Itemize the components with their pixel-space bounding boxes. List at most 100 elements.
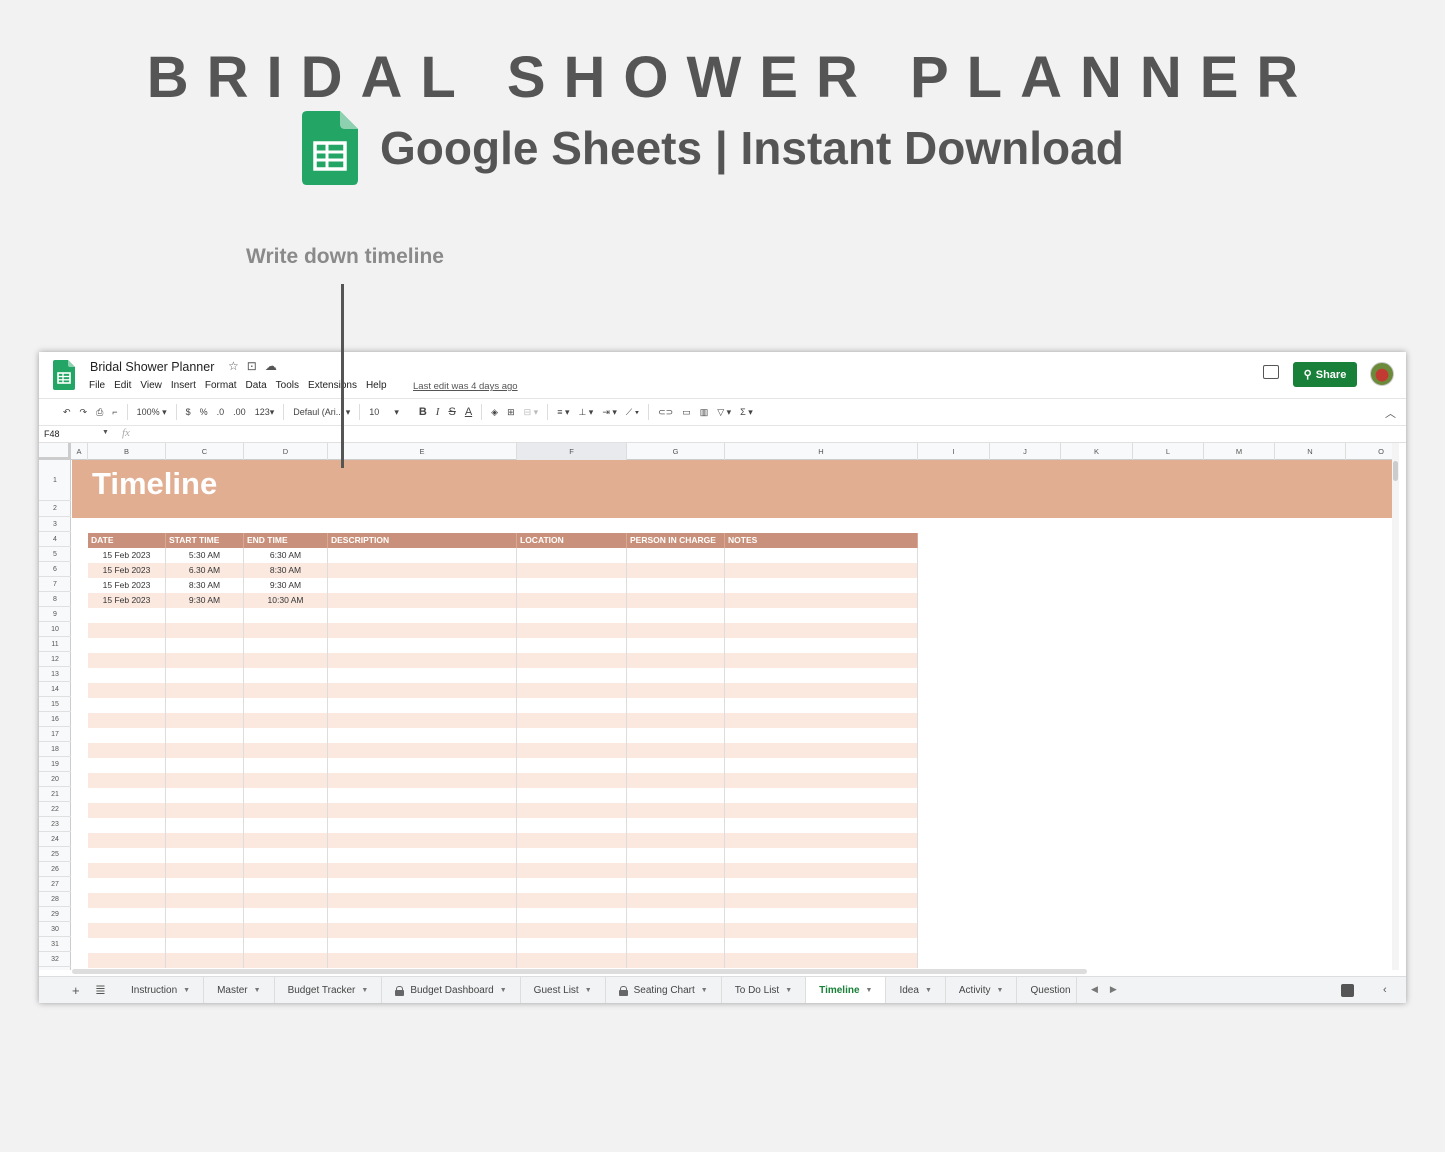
- table-cell[interactable]: [328, 683, 517, 698]
- print-icon[interactable]: ⎙: [96, 407, 103, 418]
- table-cell[interactable]: [627, 563, 725, 578]
- table-cell[interactable]: [517, 908, 627, 923]
- row-header[interactable]: 31: [39, 937, 71, 952]
- table-cell[interactable]: [627, 773, 725, 788]
- table-cell[interactable]: [244, 848, 328, 863]
- strikethrough-button[interactable]: S: [448, 406, 455, 418]
- table-cell[interactable]: [627, 758, 725, 773]
- table-cell[interactable]: [725, 608, 918, 623]
- table-cell[interactable]: [244, 713, 328, 728]
- table-cell[interactable]: [166, 638, 244, 653]
- chevron-down-icon[interactable]: ▼: [585, 977, 592, 1003]
- star-icon[interactable]: ☆: [228, 359, 239, 373]
- row-header[interactable]: 4: [39, 532, 71, 547]
- table-cell[interactable]: [88, 848, 166, 863]
- table-cell[interactable]: [88, 938, 166, 953]
- table-cell[interactable]: [328, 713, 517, 728]
- menu-data[interactable]: Data: [246, 380, 267, 391]
- row-header[interactable]: 32: [39, 952, 71, 967]
- table-cell[interactable]: [328, 743, 517, 758]
- table-cell[interactable]: [88, 758, 166, 773]
- table-cell[interactable]: [88, 638, 166, 653]
- table-cell[interactable]: [244, 788, 328, 803]
- tab-to-do-list[interactable]: To Do List ▼: [722, 977, 807, 1003]
- chevron-down-icon[interactable]: ▼: [102, 429, 109, 436]
- row-header[interactable]: 29: [39, 907, 71, 922]
- table-cell[interactable]: 8:30 AM: [166, 578, 244, 593]
- row-header[interactable]: 2: [39, 501, 71, 517]
- table-cell[interactable]: [328, 848, 517, 863]
- horizontal-scrollbar[interactable]: [72, 969, 1087, 974]
- table-cell[interactable]: [166, 953, 244, 968]
- name-box[interactable]: F48: [44, 429, 109, 439]
- move-folder-icon[interactable]: ⊡: [247, 359, 257, 373]
- row-header[interactable]: 13: [39, 667, 71, 682]
- insert-chart-icon[interactable]: ▥: [700, 407, 709, 418]
- table-cell[interactable]: [517, 653, 627, 668]
- table-cell[interactable]: [166, 803, 244, 818]
- table-cell[interactable]: [725, 623, 918, 638]
- table-cell[interactable]: [328, 953, 517, 968]
- table-cell[interactable]: [627, 608, 725, 623]
- table-cell[interactable]: [328, 908, 517, 923]
- table-cell[interactable]: [244, 653, 328, 668]
- table-cell[interactable]: [328, 758, 517, 773]
- table-cell[interactable]: [166, 923, 244, 938]
- spreadsheet-grid[interactable]: A B C D E F G H I J K L M N O 1234567891…: [39, 443, 1399, 970]
- menu-format[interactable]: Format: [205, 380, 237, 391]
- sheets-logo-icon[interactable]: [53, 360, 75, 390]
- table-cell[interactable]: [627, 638, 725, 653]
- table-cell[interactable]: [725, 908, 918, 923]
- table-cell[interactable]: [517, 593, 627, 608]
- italic-button[interactable]: I: [436, 406, 440, 418]
- table-cell[interactable]: [328, 923, 517, 938]
- table-cell[interactable]: 9:30 AM: [166, 593, 244, 608]
- column-header[interactable]: J: [990, 443, 1061, 460]
- row-header[interactable]: 20: [39, 772, 71, 787]
- row-header[interactable]: 22: [39, 802, 71, 817]
- table-cell[interactable]: 9:30 AM: [244, 578, 328, 593]
- table-cell[interactable]: [166, 743, 244, 758]
- chevron-down-icon[interactable]: ▼: [997, 977, 1004, 1003]
- table-cell[interactable]: [88, 878, 166, 893]
- chevron-down-icon[interactable]: ▼: [866, 977, 873, 1003]
- menu-edit[interactable]: Edit: [114, 380, 131, 391]
- chevron-down-icon[interactable]: ▼: [361, 977, 368, 1003]
- table-cell[interactable]: [517, 743, 627, 758]
- table-cell[interactable]: [166, 653, 244, 668]
- table-cell[interactable]: [517, 638, 627, 653]
- tab-instruction[interactable]: Instruction ▼: [118, 977, 205, 1003]
- table-cell[interactable]: [725, 848, 918, 863]
- comment-history-icon[interactable]: [1263, 365, 1279, 379]
- table-cell[interactable]: [725, 863, 918, 878]
- table-cell[interactable]: [725, 878, 918, 893]
- table-cell[interactable]: [166, 713, 244, 728]
- table-cell[interactable]: [627, 623, 725, 638]
- table-cell[interactable]: 6.30 AM: [166, 563, 244, 578]
- column-header[interactable]: I: [918, 443, 990, 460]
- table-cell[interactable]: [627, 698, 725, 713]
- row-header[interactable]: 11: [39, 637, 71, 652]
- table-cell[interactable]: [328, 728, 517, 743]
- menu-extensions[interactable]: Extensions: [308, 380, 357, 391]
- table-cell[interactable]: [725, 833, 918, 848]
- more-formats-select[interactable]: 123▾: [255, 407, 275, 418]
- table-cell[interactable]: [244, 938, 328, 953]
- all-sheets-button[interactable]: ≣: [95, 982, 106, 998]
- undo-icon[interactable]: ↶: [63, 407, 71, 418]
- table-cell[interactable]: [517, 848, 627, 863]
- table-cell[interactable]: [328, 863, 517, 878]
- table-cell[interactable]: [244, 608, 328, 623]
- last-edit-link[interactable]: Last edit was 4 days ago: [413, 381, 518, 392]
- table-cell[interactable]: [328, 623, 517, 638]
- column-header[interactable]: H: [725, 443, 918, 460]
- table-cell[interactable]: [627, 668, 725, 683]
- functions-button[interactable]: Σ ▾: [740, 407, 753, 418]
- table-cell[interactable]: [88, 908, 166, 923]
- table-cell[interactable]: [725, 683, 918, 698]
- table-cell[interactable]: [166, 863, 244, 878]
- column-title[interactable]: DESCRIPTION: [328, 533, 517, 548]
- vertical-align-icon[interactable]: ⊥ ▾: [578, 407, 593, 418]
- column-header[interactable]: K: [1061, 443, 1133, 460]
- column-header[interactable]: L: [1133, 443, 1204, 460]
